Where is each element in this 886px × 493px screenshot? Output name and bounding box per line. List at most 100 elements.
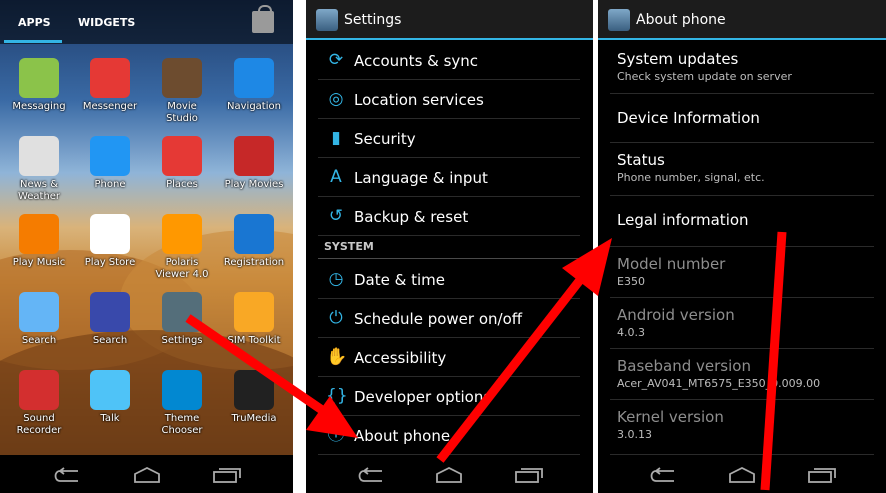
app-polaris-viewer[interactable]: Polaris Viewer 4.0 — [147, 214, 217, 281]
about-action-bar: About phone — [598, 0, 886, 40]
back-icon[interactable] — [52, 467, 82, 483]
navigation-bar — [306, 455, 593, 493]
app-theme-chooser[interactable]: Theme Chooser — [147, 370, 217, 437]
settings-item-schedule-power-on-off[interactable]: ⏻ Schedule power on/off — [318, 299, 580, 338]
tab-apps[interactable]: APPS — [18, 16, 51, 29]
tab-widgets[interactable]: WIDGETS — [78, 16, 135, 29]
about-item-status[interactable]: Status Phone number, signal, etc. — [610, 143, 874, 196]
settings-item-label: Accessibility — [354, 349, 447, 367]
backup-icon: ↺ — [328, 206, 344, 226]
app-search[interactable]: Search — [4, 292, 74, 347]
about-item-title: Status — [617, 151, 665, 169]
app-settings[interactable]: Settings — [147, 292, 217, 347]
store-icon[interactable] — [252, 5, 274, 33]
app-trumedia[interactable]: TruMedia — [219, 370, 289, 425]
settings-item-about-phone[interactable]: ⓘ About phone — [318, 416, 580, 455]
settings-item-language-input[interactable]: A Language & input — [318, 158, 580, 197]
about-item-title: Device Information — [617, 109, 760, 127]
settings-item-label: Security — [354, 130, 416, 148]
settings-item-location-services[interactable]: ◎ Location services — [318, 80, 580, 119]
app-talk[interactable]: Talk — [75, 370, 145, 425]
drawer-tab-bar: APPS WIDGETS — [0, 0, 293, 44]
app-label: Play Music — [12, 257, 66, 268]
clock-icon: ◷ — [328, 269, 344, 289]
app-navigation[interactable]: Navigation — [219, 58, 289, 113]
settings-item-label: Backup & reset — [354, 208, 469, 226]
app-play-store[interactable]: Play Store — [75, 214, 145, 269]
settings-item-backup-reset[interactable]: ↺ Backup & reset — [318, 197, 580, 236]
play-music-icon — [19, 214, 59, 254]
app-google-search[interactable]: Search — [75, 292, 145, 347]
settings-item-developer-options[interactable]: {} Developer options — [318, 377, 580, 416]
theme-chooser-icon — [162, 370, 202, 410]
app-registration[interactable]: Registration — [219, 214, 289, 269]
recent-apps-icon[interactable] — [807, 467, 837, 483]
home-icon[interactable] — [132, 467, 162, 483]
settings-item-accessibility[interactable]: ✋ Accessibility — [318, 338, 580, 377]
about-item-title: Kernel version — [617, 408, 724, 426]
settings-item-accounts-sync[interactable]: ⟳ Accounts & sync — [318, 41, 580, 80]
about-item-title: Model number — [617, 255, 726, 273]
app-phone[interactable]: Phone — [75, 136, 145, 191]
about-item-device-information[interactable]: Device Information — [610, 94, 874, 143]
settings-app-icon[interactable] — [316, 9, 338, 31]
google-search-icon — [90, 292, 130, 332]
recent-apps-icon[interactable] — [514, 467, 544, 483]
settings-item-security[interactable]: ▮ Security — [318, 119, 580, 158]
about-item-model-number: Model number E350 — [610, 247, 874, 298]
about-item-subtitle: 3.0.13 — [617, 428, 652, 441]
about-item-subtitle: 4.0.3 — [617, 326, 645, 339]
about-item-system-updates[interactable]: System updates Check system update on ser… — [610, 42, 874, 94]
app-label: Theme Chooser — [161, 413, 203, 436]
app-messaging[interactable]: Messaging — [4, 58, 74, 113]
settings-item-label: Schedule power on/off — [354, 310, 523, 328]
recent-apps-icon[interactable] — [212, 467, 242, 483]
play-store-icon — [90, 214, 130, 254]
back-icon[interactable] — [648, 467, 678, 483]
app-label: SIM Toolkit — [227, 335, 281, 346]
app-movie-studio[interactable]: Movie Studio — [147, 58, 217, 125]
app-label: Places — [166, 179, 198, 190]
sound-recorder-icon — [19, 370, 59, 410]
tab-indicator — [4, 40, 62, 43]
settings-item-label: Date & time — [354, 271, 445, 289]
settings-item-label: Accounts & sync — [354, 52, 479, 70]
settings-action-bar: Settings — [306, 0, 593, 40]
app-messenger[interactable]: Messenger — [75, 58, 145, 113]
app-news-weather[interactable]: News & Weather — [4, 136, 74, 203]
app-sound-recorder[interactable]: Sound Recorder — [4, 370, 74, 437]
places-icon — [162, 136, 202, 176]
app-play-movies[interactable]: Play Movies — [219, 136, 289, 191]
polaris-viewer-icon — [162, 214, 202, 254]
app-label: Polaris Viewer 4.0 — [155, 257, 209, 280]
sync-icon: ⟳ — [328, 50, 344, 70]
about-item-title: Android version — [617, 306, 735, 324]
app-label: Phone — [94, 179, 126, 190]
navigation-bar — [598, 455, 886, 493]
app-play-music[interactable]: Play Music — [4, 214, 74, 269]
back-icon[interactable] — [356, 467, 386, 483]
app-sim-toolkit[interactable]: SIM Toolkit — [219, 292, 289, 347]
about-item-legal-information[interactable]: Legal information — [610, 196, 874, 247]
search-icon — [19, 292, 59, 332]
home-icon[interactable] — [434, 467, 464, 483]
news-weather-icon — [19, 136, 59, 176]
about-item-subtitle: Acer_AV041_MT6575_E350_0.009.00 — [617, 377, 821, 390]
about-item-kernel-version: Kernel version 3.0.13 — [610, 400, 874, 455]
home-icon[interactable] — [727, 467, 757, 483]
app-label: Talk — [100, 413, 120, 424]
settings-item-date-time[interactable]: ◷ Date & time — [318, 260, 580, 299]
movie-studio-icon — [162, 58, 202, 98]
about-item-android-version: Android version 4.0.3 — [610, 298, 874, 349]
info-icon: ⓘ — [327, 425, 345, 445]
settings-screen: Settings ⟳ Accounts & sync ◎ Location servi… — [306, 0, 593, 493]
settings-item-label: Location services — [354, 91, 484, 109]
play-movies-icon — [234, 136, 274, 176]
settings-app-icon[interactable] — [608, 9, 630, 31]
app-label: Play Movies — [224, 179, 284, 190]
app-label: Registration — [223, 257, 285, 268]
app-label: Navigation — [227, 101, 281, 112]
registration-icon — [234, 214, 274, 254]
navigation-icon — [234, 58, 274, 98]
app-places[interactable]: Places — [147, 136, 217, 191]
